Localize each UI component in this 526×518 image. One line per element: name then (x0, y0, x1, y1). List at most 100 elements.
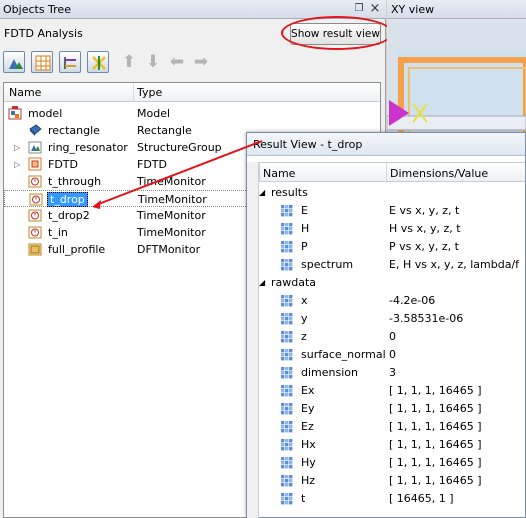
result-row-ey[interactable]: Ey [ 1, 1, 1, 16465 ] (259, 400, 525, 418)
matrix-icon (281, 493, 293, 505)
result-column-name[interactable]: Name (263, 167, 295, 180)
result-row-name: E (301, 204, 308, 217)
result-row-dimension[interactable]: dimension 3 (259, 364, 525, 382)
add-port-tool[interactable] (59, 51, 81, 73)
column-separator[interactable] (386, 163, 387, 183)
result-row-y[interactable]: y -3.58531e-06 (259, 310, 525, 328)
move-up-icon: ⬆ (121, 52, 137, 72)
result-row-spectrum[interactable]: spectrum E, H vs x, y, z, lambda/f (259, 256, 525, 274)
time-monitor-icon (28, 226, 42, 239)
monitor-add-icon (92, 56, 106, 70)
matrix-icon (281, 385, 293, 397)
result-row-value: [ 1, 1, 1, 16465 ] (389, 456, 482, 469)
result-row-name: Ey (301, 402, 315, 415)
xy-view-titlebar: XY view (387, 0, 526, 19)
tree-item-name: t_in (48, 226, 68, 239)
result-left-strip (247, 162, 259, 518)
tree-header: Name Type (4, 83, 380, 102)
expand-arrow-icon[interactable]: ▷ (14, 143, 20, 152)
result-row-surface-normal[interactable]: surface_normal 0 (259, 346, 525, 364)
result-row-name: Hz (301, 474, 316, 487)
matrix-icon (281, 439, 293, 451)
tree-item-name: full_profile (48, 243, 106, 256)
add-grid-tool[interactable] (31, 51, 53, 73)
close-panel-icon[interactable]: × (368, 2, 382, 16)
result-row-ex[interactable]: Ex [ 1, 1, 1, 16465 ] (259, 382, 525, 400)
float-panel-icon[interactable]: ❐ (352, 2, 366, 16)
result-view-window: Result View - t_drop Name Dimensions/Val… (246, 132, 526, 518)
rectangle-icon (29, 124, 42, 136)
result-row-name: t (301, 492, 306, 505)
result-row-z[interactable]: z0 (259, 328, 525, 346)
result-row-name: surface_normal (301, 348, 386, 361)
result-row-value: [ 1, 1, 1, 16465 ] (389, 402, 482, 415)
analysis-label: FDTD Analysis (4, 27, 83, 40)
tree-item-type: FDTD (137, 158, 167, 171)
result-row-value: [ 1, 1, 1, 16465 ] (389, 474, 482, 487)
tree-toolbar: ⬆ ⬇ ⬅ ➡ (3, 51, 223, 75)
result-row-p[interactable]: P P vs x, y, z, t (259, 238, 525, 256)
result-row-name: spectrum (301, 258, 354, 271)
result-row-value: H vs x, y, z, t (389, 222, 461, 235)
result-header: Name Dimensions/Value (259, 162, 525, 183)
result-row-hy[interactable]: Hy [ 1, 1, 1, 16465 ] (259, 454, 525, 472)
tree-item-name: ring_resonator (48, 141, 128, 154)
fdtd-icon (28, 157, 42, 171)
result-view-title: Result View - t_drop (253, 138, 363, 151)
result-row-x[interactable]: x -4.2e-06 (259, 292, 525, 310)
tree-row-model[interactable]: model Model (4, 105, 380, 122)
result-group-label: rawdata (271, 276, 317, 289)
tree-item-type: DFTMonitor (137, 243, 201, 256)
result-row-value: 0 (389, 348, 396, 361)
move-right-icon: ➡ (193, 52, 209, 72)
result-column-value[interactable]: Dimensions/Value (390, 167, 488, 180)
result-group-rawdata[interactable]: ◢ rawdata (259, 274, 525, 292)
add-structure-tool[interactable] (3, 51, 25, 73)
tree-item-type: TimeMonitor (137, 226, 206, 239)
result-row-e[interactable]: E E vs x, y, z, t (259, 202, 525, 220)
matrix-icon (281, 241, 293, 253)
port-add-icon (64, 57, 76, 69)
tree-item-name: t_through (48, 175, 102, 188)
result-view-titlebar[interactable]: Result View - t_drop (247, 133, 525, 156)
result-row-value: E, H vs x, y, z, lambda/f (389, 258, 520, 271)
result-group-label: results (271, 186, 308, 199)
move-down-icon: ⬇ (145, 52, 161, 72)
column-header-type[interactable]: Type (137, 86, 162, 99)
dft-monitor-icon (28, 243, 42, 256)
column-header-name[interactable]: Name (9, 86, 41, 99)
result-row-hx[interactable]: Hx [ 1, 1, 1, 16465 ] (259, 436, 525, 454)
result-row-name: x (301, 294, 308, 307)
result-row-value: P vs x, y, z, t (389, 240, 459, 253)
collapse-arrow-icon[interactable]: ◢ (259, 188, 265, 197)
time-monitor-icon (29, 193, 43, 206)
result-row-value: -4.2e-06 (389, 294, 436, 307)
result-row-t[interactable]: t [ 16465, 1 ] (259, 490, 525, 508)
result-row-name: z (301, 330, 307, 343)
result-group-results[interactable]: ◢ results (259, 184, 525, 202)
matrix-icon (281, 457, 293, 469)
result-row-ez[interactable]: Ez [ 1, 1, 1, 16465 ] (259, 418, 525, 436)
annotation-ellipse (281, 16, 393, 50)
collapse-arrow-icon[interactable]: ◢ (259, 278, 265, 287)
matrix-icon (281, 349, 293, 361)
result-row-value: [ 1, 1, 1, 16465 ] (389, 438, 482, 451)
matrix-icon (281, 421, 293, 433)
result-row-name: H (301, 222, 310, 235)
column-separator[interactable] (133, 83, 134, 102)
result-row-value: [ 16465, 1 ] (389, 492, 454, 505)
matrix-icon (281, 367, 293, 379)
add-monitor-tool[interactable] (87, 51, 109, 73)
matrix-icon (281, 295, 293, 307)
xy-view-title: XY view (391, 3, 435, 16)
result-row-name: Hy (301, 456, 316, 469)
tree-item-type: TimeMonitor (137, 175, 206, 188)
result-row-name: Ex (301, 384, 315, 397)
expand-arrow-icon[interactable]: ▷ (14, 160, 20, 169)
matrix-icon (281, 205, 293, 217)
time-monitor-icon (28, 175, 42, 188)
result-row-h[interactable]: H H vs x, y, z, t (259, 220, 525, 238)
result-row-hz[interactable]: Hz [ 1, 1, 1, 16465 ] (259, 472, 525, 490)
result-row-name: y (301, 312, 308, 325)
result-row-value: -3.58531e-06 (389, 312, 464, 325)
